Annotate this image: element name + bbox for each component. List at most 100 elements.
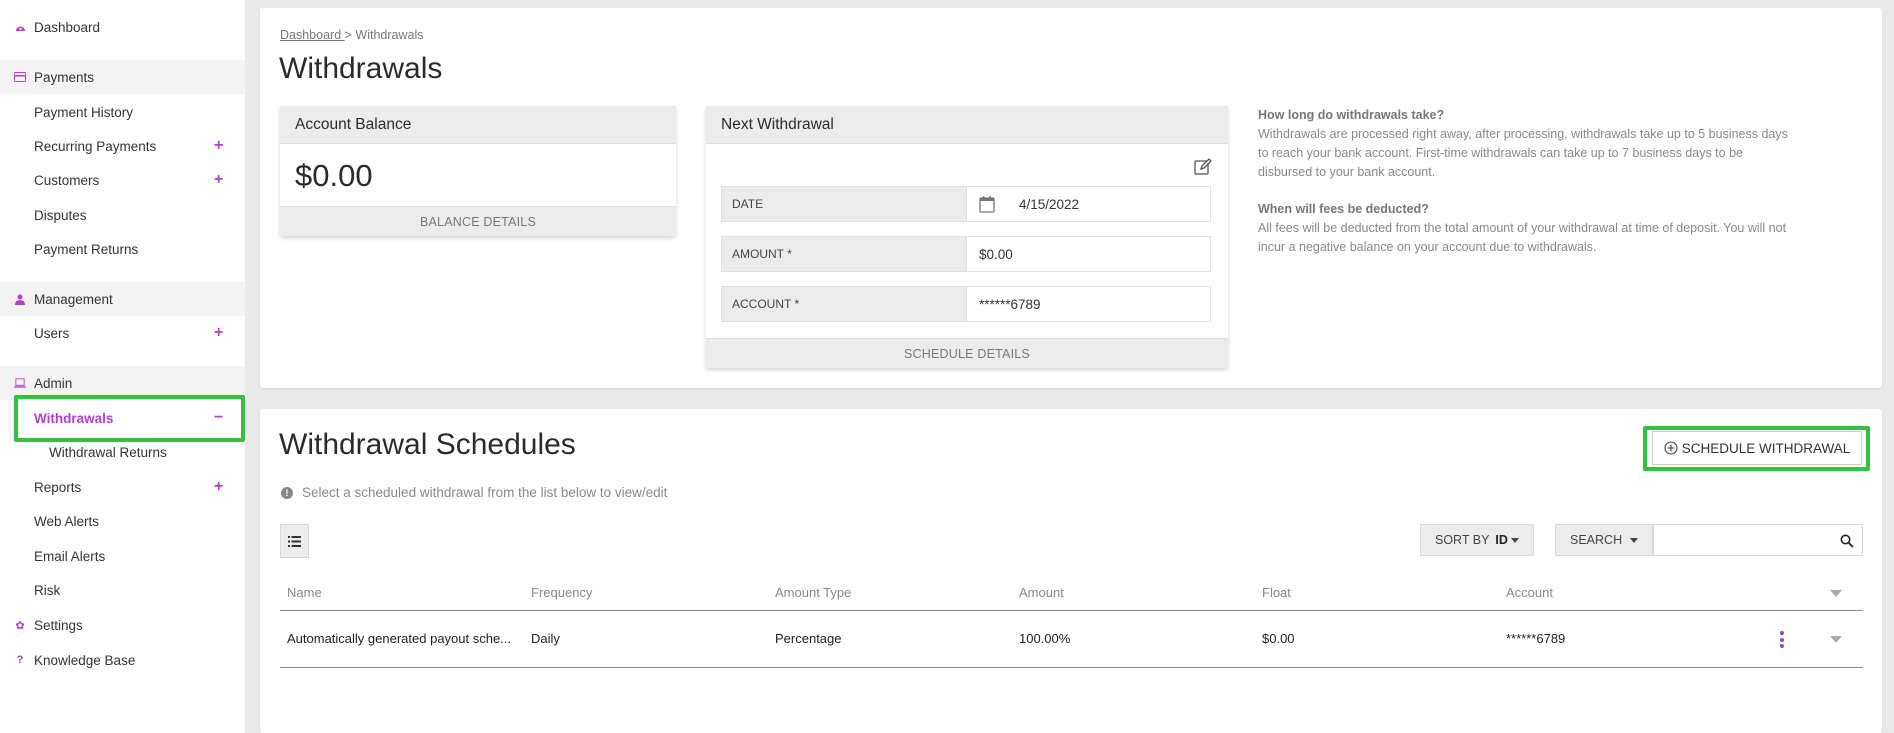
column-header-float[interactable]: Float (1262, 585, 1291, 600)
gear-icon: ✿ (15, 619, 25, 632)
sort-value: ID (1495, 533, 1508, 547)
card-title: Next Withdrawal (706, 106, 1228, 144)
chevron-down-icon (1630, 538, 1638, 543)
date-field[interactable]: 4/15/2022 (967, 186, 1211, 222)
sidebar-item-withdrawals[interactable]: Withdrawals − (0, 401, 245, 435)
calendar-icon[interactable] (979, 195, 995, 213)
sidebar-item-label: Withdrawal Returns (49, 444, 167, 460)
sidebar-item-label: Web Alerts (34, 513, 100, 529)
help-question: How long do withdrawals take? (1258, 108, 1445, 122)
expand-icon[interactable]: + (214, 172, 223, 188)
user-icon (14, 293, 26, 305)
cell-amount-type: Percentage (775, 631, 842, 646)
info-icon: ! (281, 486, 293, 499)
sidebar-item-label: Email Alerts (34, 548, 106, 564)
account-label: ACCOUNT * (721, 286, 967, 322)
account-row: ACCOUNT * ******6789 (721, 286, 1211, 322)
list-icon (288, 535, 301, 547)
sidebar-item-email-alerts[interactable]: Email Alerts (0, 539, 245, 573)
cell-amount: 100.00% (1019, 631, 1071, 646)
list-view-button[interactable] (280, 524, 309, 558)
sidebar-item-label: Payment Returns (34, 241, 139, 257)
breadcrumb-dashboard-link[interactable]: Dashboard (280, 28, 345, 42)
sidebar-item-label: Customers (34, 172, 100, 188)
sidebar-item-label: Reports (34, 479, 82, 495)
sidebar-item-disputes[interactable]: Disputes (0, 198, 245, 232)
search-label: SEARCH (1570, 533, 1623, 547)
column-header-amount[interactable]: Amount (1019, 585, 1064, 600)
amount-row: AMOUNT * $0.00 (721, 236, 1211, 272)
search-input[interactable] (1653, 524, 1863, 556)
column-header-frequency[interactable]: Frequency (531, 585, 592, 600)
credit-card-icon (14, 71, 26, 83)
edit-icon[interactable] (1194, 158, 1212, 176)
balance-details-button[interactable]: BALANCE DETAILS (280, 206, 676, 236)
expand-icon[interactable]: + (214, 479, 223, 495)
sidebar-item-label: Withdrawals (34, 410, 114, 426)
sidebar-item-withdrawal-returns[interactable]: Withdrawal Returns (0, 435, 245, 469)
cell-account: ******6789 (1506, 631, 1566, 646)
sidebar-item-label: Admin (34, 375, 73, 391)
sidebar-item-reports[interactable]: Reports + (0, 470, 245, 504)
search-field-dropdown[interactable]: SEARCH (1555, 524, 1653, 556)
sort-label: SORT BY (1435, 533, 1490, 547)
schedule-withdrawal-button[interactable]: SCHEDULE WITHDRAWAL (1652, 431, 1862, 465)
amount-label: AMOUNT * (721, 236, 967, 272)
schedule-details-button[interactable]: SCHEDULE DETAILS (706, 338, 1228, 368)
column-header-name[interactable]: Name (287, 585, 322, 600)
sidebar-item-dashboard[interactable]: Dashboard (0, 10, 245, 44)
table-divider (280, 610, 1863, 611)
sidebar-item-admin[interactable]: Admin (0, 366, 245, 400)
date-value: 4/15/2022 (1019, 196, 1080, 212)
next-withdrawal-card: Next Withdrawal DATE 4/15/2022 AMOUNT * … (706, 106, 1228, 368)
more-options-icon[interactable] (1779, 631, 1785, 648)
sidebar-item-payments[interactable]: Payments (0, 60, 245, 94)
sidebar-item-risk[interactable]: Risk (0, 573, 245, 607)
dashboard-icon (14, 21, 26, 33)
sidebar-item-management[interactable]: Management (0, 282, 245, 316)
expand-icon[interactable]: + (214, 138, 223, 154)
question-icon: ? (16, 654, 24, 666)
sidebar-item-web-alerts[interactable]: Web Alerts (0, 504, 245, 538)
sidebar-item-label: Risk (34, 582, 61, 598)
account-field[interactable]: ******6789 (967, 286, 1211, 322)
sidebar-item-label: Users (34, 325, 70, 341)
sidebar-item-label: Disputes (34, 207, 87, 223)
cell-name: Automatically generated payout sche... (287, 631, 512, 646)
sidebar-item-customers[interactable]: Customers + (0, 163, 245, 197)
hint: ! Select a scheduled withdrawal from the… (281, 485, 667, 500)
sidebar-item-payment-returns[interactable]: Payment Returns (0, 232, 245, 266)
sidebar-item-label: Settings (34, 617, 83, 633)
column-header-account[interactable]: Account (1506, 585, 1553, 600)
column-header-amount-type[interactable]: Amount Type (775, 585, 851, 600)
collapse-icon[interactable]: − (214, 410, 223, 426)
cell-frequency: Daily (531, 631, 560, 646)
sidebar-item-label: Payment History (34, 104, 134, 120)
help-section: When will fees be deducted? All fees wil… (1258, 200, 1788, 257)
section-title: Withdrawal Schedules (279, 428, 576, 461)
card-title: Account Balance (280, 106, 676, 144)
breadcrumb-separator: > (344, 28, 356, 42)
sidebar-item-recurring-payments[interactable]: Recurring Payments + (0, 129, 245, 163)
expand-icon[interactable]: + (214, 325, 223, 341)
sidebar: Dashboard Payments Payment History Recur… (0, 0, 245, 733)
account-balance-card: Account Balance $0.00 BALANCE DETAILS (280, 106, 676, 236)
table-divider (280, 667, 1863, 668)
help-answer: All fees will be deducted from the total… (1258, 221, 1787, 254)
sidebar-item-users[interactable]: Users + (0, 316, 245, 350)
breadcrumb: Dashboard > Withdrawals (280, 28, 423, 42)
amount-field[interactable]: $0.00 (967, 236, 1211, 272)
button-label: SCHEDULE WITHDRAWAL (1681, 440, 1851, 456)
sidebar-item-settings[interactable]: ✿ Settings (0, 608, 245, 642)
search-icon[interactable] (1840, 534, 1854, 548)
sidebar-item-knowledge-base[interactable]: ? Knowledge Base (0, 643, 245, 677)
sort-by-dropdown[interactable]: SORT BY ID (1420, 524, 1534, 556)
expand-all-icon[interactable] (1830, 590, 1842, 597)
chevron-down-icon (1511, 538, 1519, 543)
sidebar-item-payment-history[interactable]: Payment History (0, 95, 245, 129)
help-question: When will fees be deducted? (1258, 202, 1429, 216)
row-expand-icon[interactable] (1830, 636, 1842, 643)
date-row: DATE 4/15/2022 (721, 186, 1211, 222)
sidebar-item-label: Dashboard (34, 19, 101, 35)
hint-text: Select a scheduled withdrawal from the l… (302, 485, 668, 500)
